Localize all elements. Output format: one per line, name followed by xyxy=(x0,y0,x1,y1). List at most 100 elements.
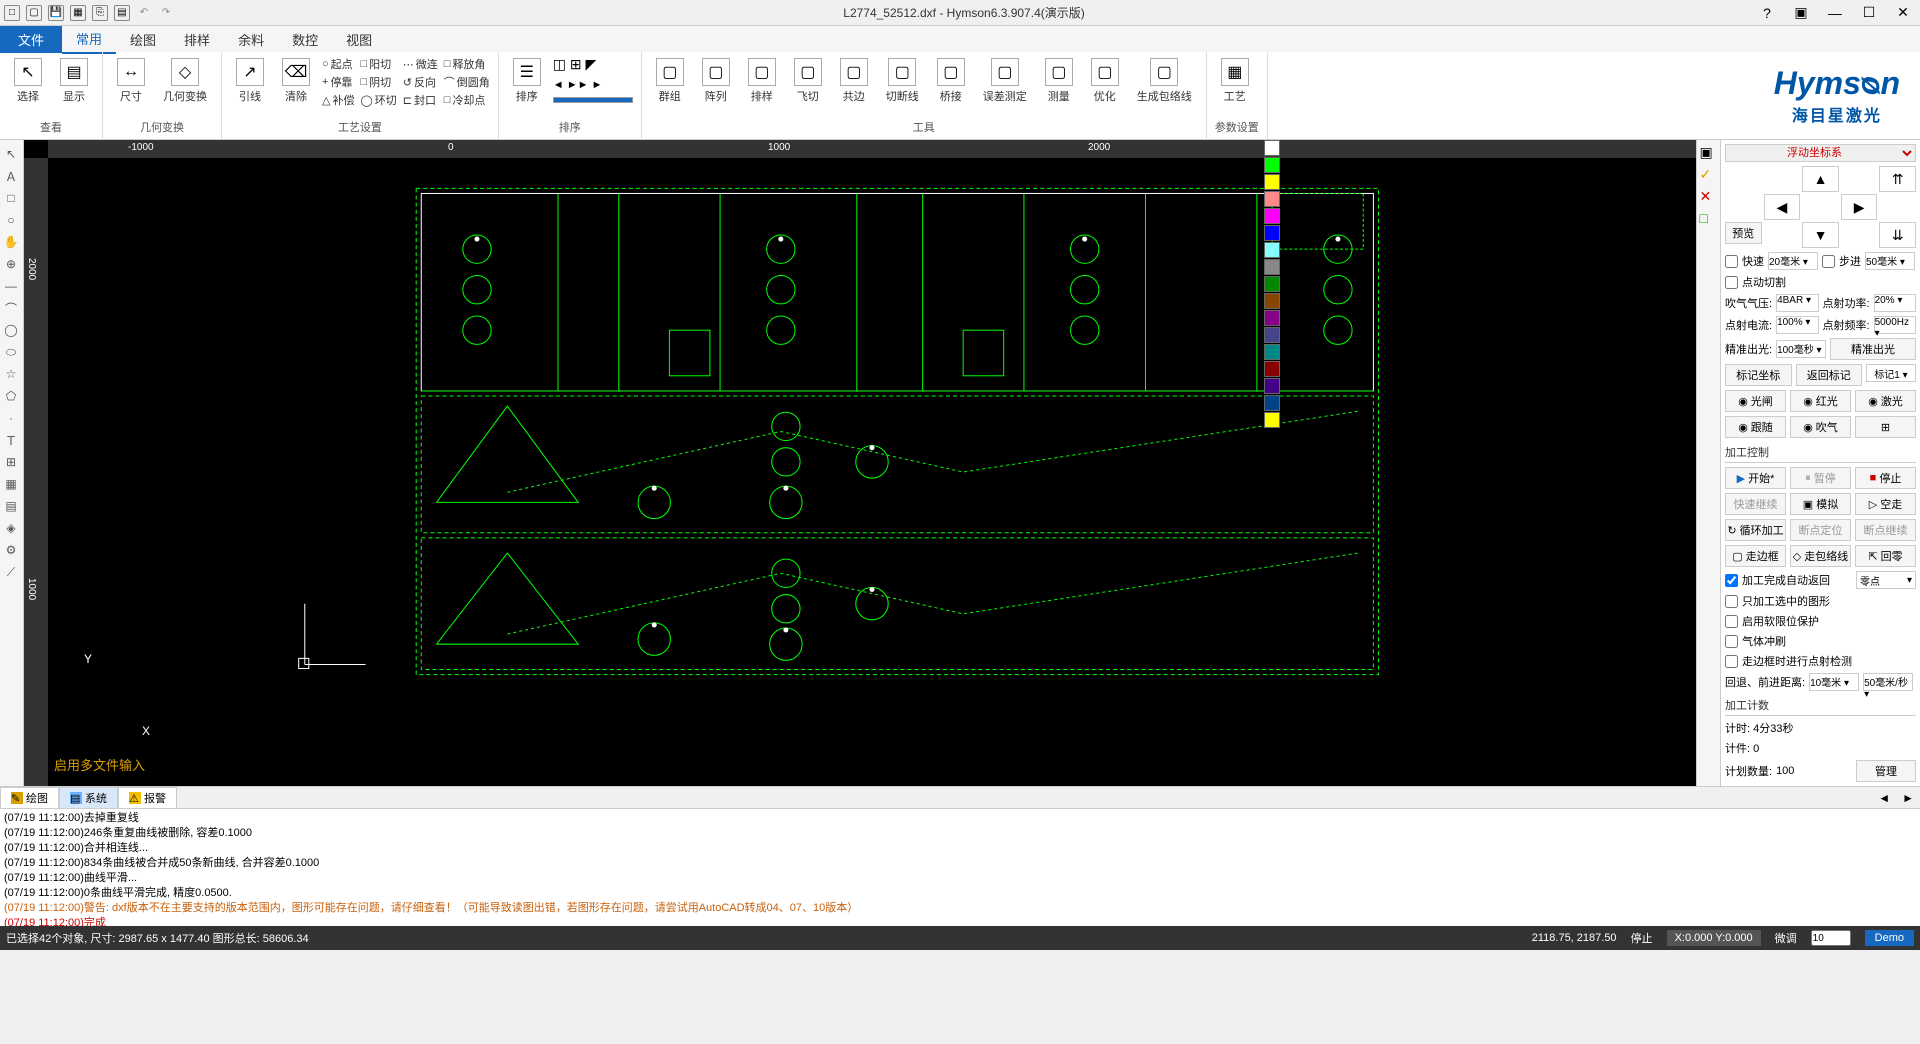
undo-icon[interactable]: ↶ xyxy=(136,5,152,21)
color-swatch[interactable] xyxy=(1264,259,1280,275)
fast-checkbox[interactable] xyxy=(1725,255,1738,268)
color-swatch[interactable] xyxy=(1264,344,1280,360)
soft-limit-checkbox[interactable] xyxy=(1725,615,1738,628)
gas-pulse-checkbox[interactable] xyxy=(1725,635,1738,648)
color-swatch[interactable] xyxy=(1264,395,1280,411)
color-swatch[interactable] xyxy=(1264,157,1280,173)
z-down-button[interactable]: ⇊ xyxy=(1879,222,1916,248)
file-menu[interactable]: 文件 xyxy=(0,26,62,53)
sort-icons[interactable]: ◫ ⊞ ◤ xyxy=(553,56,633,73)
precise-time[interactable]: 100毫秒 ▾ xyxy=(1776,340,1826,358)
left-tool-icon[interactable]: ⌒ xyxy=(0,298,22,318)
fast-continue-button[interactable]: 快速继续 xyxy=(1725,493,1786,515)
color-swatch[interactable] xyxy=(1264,327,1280,343)
mark-select[interactable]: 标记1 ▾ xyxy=(1866,364,1916,382)
menu-nc[interactable]: 数控 xyxy=(278,26,332,53)
color-swatch[interactable] xyxy=(1264,276,1280,292)
color-swatch[interactable] xyxy=(1264,208,1280,224)
left-tool-icon[interactable]: □ xyxy=(0,188,22,208)
frame-button[interactable]: ▢ 走边框 xyxy=(1725,545,1786,567)
inner-cut-button[interactable]: □ 阴切 xyxy=(360,74,396,90)
pause-button[interactable]: ⏸ 暂停 xyxy=(1790,467,1851,489)
menu-view[interactable]: 视图 xyxy=(332,26,386,53)
start-button[interactable]: ▶ 开始* xyxy=(1725,467,1786,489)
breakpoint-continue-button[interactable]: 断点继续 xyxy=(1855,519,1916,541)
release-angle-button[interactable]: □ 释放角 xyxy=(444,56,490,72)
tool-阵列[interactable]: ▢阵列 xyxy=(696,56,736,106)
left-tool-icon[interactable]: ✋ xyxy=(0,232,22,252)
arrow-right[interactable]: ▶ xyxy=(1841,194,1878,220)
save-icon[interactable]: 💾 xyxy=(48,5,64,21)
origin-select[interactable]: 零点▾ xyxy=(1856,571,1916,589)
dimension-button[interactable]: ↔尺寸 xyxy=(111,56,151,106)
redo-icon[interactable]: ↷ xyxy=(158,5,174,21)
cool-point-button[interactable]: □ 冷却点 xyxy=(444,92,490,108)
shrink-icon[interactable]: ▣ xyxy=(1788,3,1814,23)
step-checkbox[interactable] xyxy=(1822,255,1835,268)
home-button[interactable]: ⇱ 回零 xyxy=(1855,545,1916,567)
dot-power[interactable]: 20% ▾ xyxy=(1874,294,1916,312)
red-light-button[interactable]: ◉ 红光 xyxy=(1790,390,1851,412)
arrow-down[interactable]: ▼ xyxy=(1802,222,1839,248)
ring-cut-button[interactable]: ◯ 环切 xyxy=(360,92,396,108)
left-tool-icon[interactable]: ⟋ xyxy=(0,562,22,582)
left-tool-icon[interactable]: Ｔ xyxy=(0,430,22,450)
breakpoint-locate-button[interactable]: 断点定位 xyxy=(1790,519,1851,541)
manage-button[interactable]: 管理 xyxy=(1856,760,1916,782)
outer-cut-button[interactable]: □ 阳切 xyxy=(360,56,396,72)
seal-button[interactable]: ⊏ 封口 xyxy=(403,92,438,108)
fast-value[interactable]: 20毫米 ▾ xyxy=(1768,252,1818,270)
color-swatch[interactable] xyxy=(1264,242,1280,258)
preview-button[interactable]: 预览 xyxy=(1725,222,1762,244)
dot-current[interactable]: 100% ▾ xyxy=(1776,316,1818,334)
extra-button[interactable]: ⊞ xyxy=(1855,416,1916,438)
canvas[interactable]: -1000 0 1000 2000 2000 1000 xyxy=(24,140,1696,786)
color-swatch[interactable] xyxy=(1264,412,1280,428)
open-icon[interactable]: ▢ xyxy=(26,5,42,21)
tool-切断线[interactable]: ▢切断线 xyxy=(880,56,925,106)
left-tool-icon[interactable]: ↖ xyxy=(0,144,22,164)
dot-freq[interactable]: 5000Hz ▾ xyxy=(1874,316,1916,334)
step-value[interactable]: 50毫米 ▾ xyxy=(1865,252,1915,270)
tech-button[interactable]: ▦工艺 xyxy=(1215,56,1255,106)
blow-button[interactable]: ◉ 吹气 xyxy=(1790,416,1851,438)
color-swatch[interactable] xyxy=(1264,225,1280,241)
color-swatch[interactable] xyxy=(1264,191,1280,207)
mark-coord-button[interactable]: 标记坐标 xyxy=(1725,364,1792,386)
left-tool-icon[interactable]: ⚙ xyxy=(0,540,22,560)
color-swatch[interactable] xyxy=(1264,378,1280,394)
left-tool-icon[interactable]: ▦ xyxy=(0,474,22,494)
left-tool-icon[interactable]: ▤ xyxy=(0,496,22,516)
loop-button[interactable]: ↻ 循环加工 xyxy=(1725,519,1786,541)
return-mark-button[interactable]: 返回标记 xyxy=(1796,364,1863,386)
blow-pressure[interactable]: 4BAR ▾ xyxy=(1776,294,1818,312)
arrow-left[interactable]: ◀ xyxy=(1764,194,1801,220)
compensate-button[interactable]: △ 补偿 xyxy=(322,92,354,108)
edge-dot-checkbox[interactable] xyxy=(1725,655,1738,668)
follow-button[interactable]: ◉ 跟随 xyxy=(1725,416,1786,438)
tool-优化[interactable]: ▢优化 xyxy=(1085,56,1125,106)
tool-误差测定[interactable]: ▢误差测定 xyxy=(977,56,1033,106)
tool-生成包络线[interactable]: ▢生成包络线 xyxy=(1131,56,1198,106)
startpoint-button[interactable]: ○ 起点 xyxy=(322,56,354,72)
log-area[interactable]: (07/19 11:12:00)去掉重复线(07/19 11:12:00)246… xyxy=(0,809,1920,926)
menu-nest[interactable]: 排样 xyxy=(170,26,224,53)
precise-laser-button[interactable]: 精准出光 xyxy=(1830,338,1916,360)
left-tool-icon[interactable]: ○ xyxy=(0,210,22,230)
left-tool-icon[interactable]: ⬭ xyxy=(0,342,22,362)
coord-system-select[interactable]: 浮动坐标系 xyxy=(1725,144,1916,162)
fillet-button[interactable]: ⌒ 倒圆角 xyxy=(444,74,490,90)
stop-button[interactable]: ■ 停止 xyxy=(1855,467,1916,489)
retreat-speed[interactable]: 50毫米/秒 ▾ xyxy=(1863,673,1913,691)
color-swatch[interactable] xyxy=(1264,174,1280,190)
scroll-right-icon[interactable]: ► xyxy=(1896,791,1920,805)
simulate-button[interactable]: ▣ 模拟 xyxy=(1790,493,1851,515)
tool-测量[interactable]: ▢测量 xyxy=(1039,56,1079,106)
left-tool-icon[interactable]: ◯ xyxy=(0,320,22,340)
sort-nav[interactable]: ◄ ►► ► xyxy=(553,79,633,91)
color-swatch[interactable] xyxy=(1264,140,1280,156)
left-tool-icon[interactable]: ⊞ xyxy=(0,452,22,472)
color-swatch[interactable] xyxy=(1264,293,1280,309)
right-mini-icon[interactable]: ▣ xyxy=(1700,144,1718,162)
retreat-dist[interactable]: 10毫米 ▾ xyxy=(1809,673,1859,691)
